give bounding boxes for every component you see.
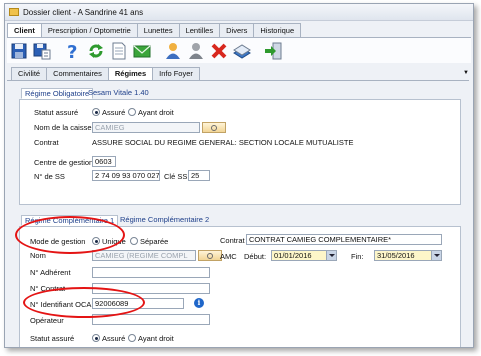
nom-field[interactable]: CAMIEG (REGIME COMPL [92,250,196,261]
radio-separee-label: Séparée [140,237,169,246]
document-icon[interactable] [110,42,128,60]
radio-assure[interactable] [92,108,100,116]
centre-gestion-label: Centre de gestion [34,158,94,167]
tab-prescription[interactable]: Prescription / Optometrie [40,23,138,37]
amc-label: AMC [220,252,237,261]
tab-regimes[interactable]: Régimes [107,67,154,80]
save-icon[interactable] [10,42,28,60]
chevron-down-icon[interactable] [326,251,336,260]
tab-divers[interactable]: Divers [219,23,255,37]
debut-date-value: 01/01/2016 [274,251,312,260]
user-icon[interactable] [164,42,182,60]
tab-civilite[interactable]: Civilité [11,67,48,80]
tab-client[interactable]: Client [7,23,42,37]
contrat-value: ASSURE SOCIAL DU REGIME GENERAL: SECTION… [92,138,354,147]
numero-adherent-label: N° Adhérent [30,268,71,277]
radio-assure-label: Assuré [102,108,126,117]
nom-caisse-field[interactable]: CAMIEG [92,122,200,133]
app-window: Dossier client - A Sandrine 41 ans Clien… [4,3,474,348]
save-as-icon[interactable] [33,42,51,60]
cle-ss-field[interactable]: 25 [188,170,210,181]
tab-regime-complementaire-2[interactable]: Régime Complémentaire 2 [117,215,212,226]
search-caisse-button[interactable] [202,122,226,133]
radio-ayant-droit-2[interactable] [128,334,136,342]
window-title: Dossier client - A Sandrine 41 ans [23,7,144,17]
fin-label: Fin: [351,252,364,261]
numero-adherent-field[interactable] [92,267,210,278]
search-nom-button[interactable] [198,250,222,261]
contrat-field-2[interactable]: CONTRAT CAMIEG COMPLEMENTAIRE* [246,234,442,245]
centre-gestion-field[interactable]: 0603 [92,156,116,167]
email-icon[interactable] [133,42,151,60]
main-tabs: Client Prescription / Optometrie Lunette… [7,23,302,37]
annotation-ellipse-mode-gestion [15,216,125,254]
regime-obligatoire-panel: Statut assuré Assuré Ayant droit Nom de … [19,99,461,205]
statut-assure-label-2: Statut assuré [30,334,75,343]
chevron-down-icon[interactable] [431,251,441,260]
info-icon[interactable]: i [194,298,204,308]
radio-assure-2-label: Assuré [102,334,126,343]
sub-tabs: Civilité Commentaires Régimes Info Foyer [11,67,200,80]
radio-ayant-droit-label: Ayant droit [138,108,174,117]
tab-info-foyer[interactable]: Info Foyer [152,67,200,80]
radio-assure-2[interactable] [92,334,100,342]
tab-lentilles[interactable]: Lentilles [178,23,221,37]
statut-assure-label: Statut assuré [34,108,79,117]
annotation-ellipse-ocam [23,287,145,318]
debut-label: Début: [244,252,267,261]
fin-date-value: 31/05/2016 [377,251,415,260]
nom-label: Nom [30,251,46,260]
tab-historique[interactable]: Historique [253,23,302,37]
radio-ayant-droit-2-label: Ayant droit [138,334,174,343]
svg-text:?: ? [67,42,77,60]
contrat-label: Contrat [34,138,59,147]
tab-divider [7,80,469,81]
contrat-label-2: Contrat [220,236,245,245]
numero-ss-field[interactable]: 2 74 09 93 070 027 [92,170,160,181]
help-icon[interactable]: ? [64,42,82,63]
nom-caisse-label: Nom de la caisse [34,123,92,132]
exit-icon[interactable] [264,42,282,60]
cle-ss-label: Clé SS [164,172,188,181]
tab-commentaires[interactable]: Commentaires [46,67,109,80]
title-bar: Dossier client - A Sandrine 41 ans [5,4,473,21]
toolbar: ? [7,37,471,63]
refresh-icon[interactable] [87,42,105,60]
tab-scroll-arrow-icon[interactable]: ▼ [463,70,469,76]
operateur-label: Opérateur [30,316,64,325]
tab-regime-obligatoire[interactable]: Régime Obligatoire [21,88,94,99]
user-grey-icon[interactable] [187,42,205,60]
radio-ayant-droit[interactable] [128,108,136,116]
debut-date-picker[interactable]: 01/01/2016 [271,250,337,261]
folder-icon [9,8,19,16]
delete-icon[interactable] [210,42,228,60]
tab-lunettes[interactable]: Lunettes [136,23,180,37]
fin-date-picker[interactable]: 31/05/2016 [374,250,442,261]
radio-separee[interactable] [130,237,138,245]
numero-ss-label: N° de SS [34,172,65,181]
book-icon[interactable] [233,42,251,60]
tab-sesam-vitale[interactable]: Sesam Vitale 1.40 [85,88,152,99]
